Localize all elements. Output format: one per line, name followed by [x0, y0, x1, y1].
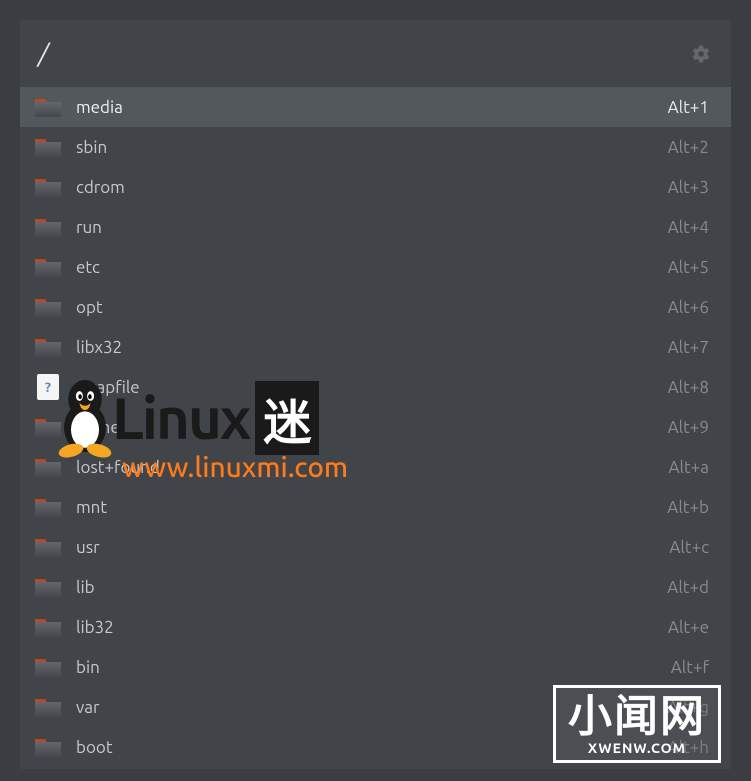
shortcut-label: Alt+a: [668, 458, 709, 477]
file-browser-window: / mediaAlt+1 sbinAlt+2 cdromAlt+3: [20, 20, 731, 769]
item-name: mnt: [76, 498, 667, 517]
item-name: sbin: [76, 138, 668, 157]
list-item[interactable]: mntAlt+b: [20, 487, 731, 527]
list-item[interactable]: mediaAlt+1: [20, 87, 731, 127]
shortcut-label: Alt+2: [668, 138, 709, 157]
folder-icon: [34, 96, 62, 118]
list-item[interactable]: libx32Alt+7: [20, 327, 731, 367]
shortcut-label: Alt+4: [668, 218, 709, 237]
folder-icon: [34, 136, 62, 158]
shortcut-label: Alt+c: [669, 538, 709, 557]
item-name: var: [76, 698, 667, 717]
shortcut-label: Alt+5: [668, 258, 709, 277]
list-item[interactable]: binAlt+f: [20, 647, 731, 687]
item-name: etc: [76, 258, 668, 277]
shortcut-label: Alt+3: [668, 178, 709, 197]
folder-icon: [34, 616, 62, 638]
shortcut-label: Alt+h: [668, 738, 709, 757]
shortcut-label: Alt+8: [668, 378, 709, 397]
folder-icon: [34, 176, 62, 198]
file-icon: [37, 374, 59, 400]
list-item[interactable]: runAlt+4: [20, 207, 731, 247]
list-item[interactable]: homeAlt+9: [20, 407, 731, 447]
list-item[interactable]: lib32Alt+e: [20, 607, 731, 647]
shortcut-label: Alt+7: [668, 338, 709, 357]
item-name: lib: [76, 578, 667, 597]
folder-icon: [34, 736, 62, 758]
folder-icon: [34, 456, 62, 478]
shortcut-label: Alt+b: [667, 498, 709, 517]
item-name: bin: [76, 658, 671, 677]
folder-icon: [34, 576, 62, 598]
shortcut-label: Alt+6: [668, 298, 709, 317]
item-name: lost+found: [76, 458, 668, 477]
folder-icon: [34, 216, 62, 238]
item-name: cdrom: [76, 178, 668, 197]
item-name: opt: [76, 298, 668, 317]
item-name: libx32: [76, 338, 668, 357]
folder-icon: [34, 656, 62, 678]
list-item[interactable]: usrAlt+c: [20, 527, 731, 567]
list-item[interactable]: libAlt+d: [20, 567, 731, 607]
folder-icon: [34, 696, 62, 718]
item-name: usr: [76, 538, 669, 557]
header: /: [20, 20, 731, 87]
shortcut-label: Alt+g: [667, 698, 709, 717]
item-name: home: [76, 418, 668, 437]
shortcut-label: Alt+9: [668, 418, 709, 437]
list-item[interactable]: varAlt+g: [20, 687, 731, 727]
list-item[interactable]: bootAlt+h: [20, 727, 731, 767]
list-item[interactable]: lost+foundAlt+a: [20, 447, 731, 487]
settings-icon[interactable]: [691, 44, 711, 64]
list-item[interactable]: sbinAlt+2: [20, 127, 731, 167]
shortcut-label: Alt+1: [668, 98, 709, 117]
folder-icon: [34, 336, 62, 358]
list-item[interactable]: swapfileAlt+8: [20, 367, 731, 407]
list-item[interactable]: cdromAlt+3: [20, 167, 731, 207]
folder-icon: [34, 536, 62, 558]
file-list: mediaAlt+1 sbinAlt+2 cdromAlt+3 runAlt+4…: [20, 87, 731, 769]
shortcut-label: Alt+f: [671, 658, 709, 677]
current-path: /: [38, 33, 48, 75]
list-item[interactable]: optAlt+6: [20, 287, 731, 327]
folder-icon: [34, 416, 62, 438]
list-item[interactable]: etcAlt+5: [20, 247, 731, 287]
item-name: boot: [76, 738, 668, 757]
shortcut-label: Alt+e: [668, 618, 709, 637]
folder-icon: [34, 296, 62, 318]
item-name: lib32: [76, 618, 668, 637]
folder-icon: [34, 496, 62, 518]
item-name: swapfile: [76, 378, 668, 397]
item-name: run: [76, 218, 668, 237]
item-name: media: [76, 98, 668, 117]
shortcut-label: Alt+d: [667, 578, 709, 597]
folder-icon: [34, 256, 62, 278]
